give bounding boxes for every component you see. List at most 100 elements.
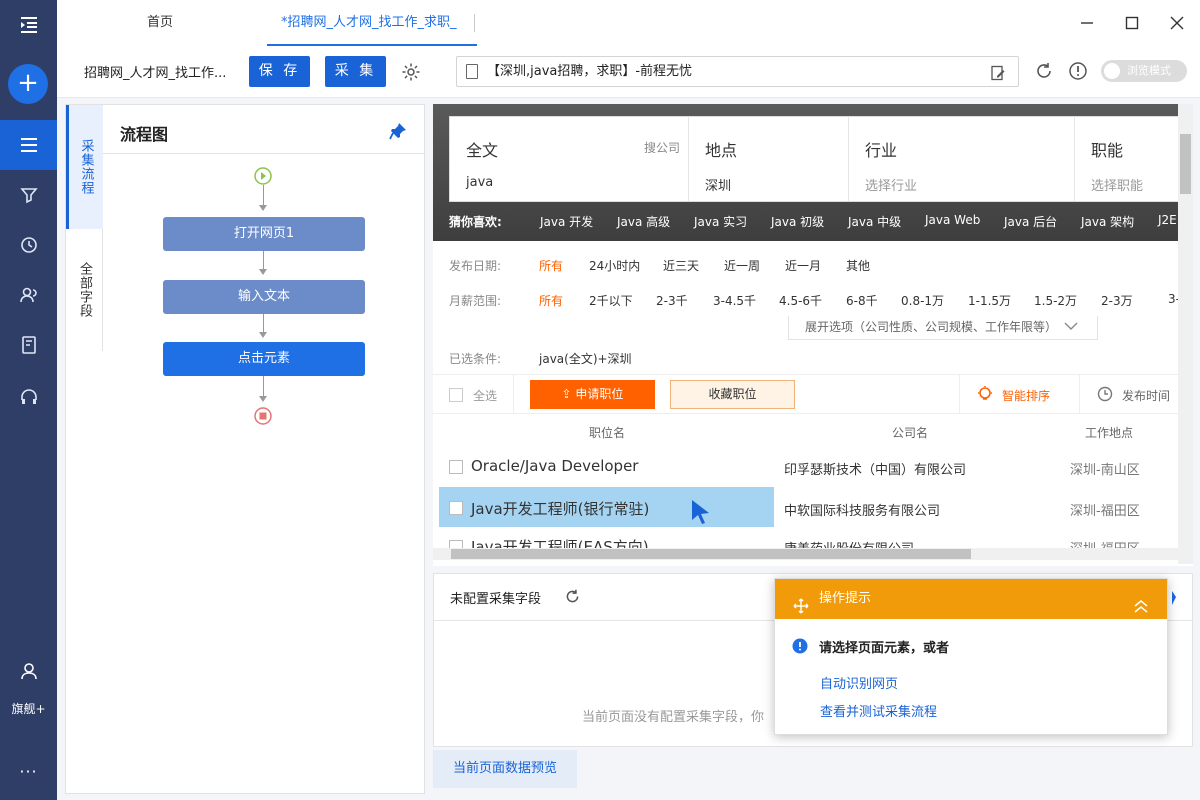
function-placeholder: 选择职能 [1091, 179, 1144, 194]
scrollbar-thumb[interactable] [1180, 134, 1191, 194]
location-field[interactable]: 地点 深圳 [689, 117, 849, 201]
guess-item[interactable]: Java Web [925, 213, 980, 227]
pin-icon[interactable] [1164, 590, 1176, 610]
flow-node-input-text[interactable]: 输入文本 [163, 280, 365, 314]
vip-label[interactable]: 旗舰+ [0, 700, 57, 717]
publish-time-sort[interactable]: 发布时间 [1122, 387, 1170, 404]
tab-task[interactable]: *招聘网_人才网_找工作_求职_ [267, 0, 477, 46]
users-icon[interactable] [0, 270, 57, 320]
company-name[interactable]: 中软国际科技服务有限公司 [784, 500, 940, 519]
menu-collapse-icon[interactable] [0, 0, 57, 50]
tab-collect-flow[interactable]: 采集流程 [66, 105, 103, 229]
scrollbar-thumb[interactable] [451, 549, 971, 559]
tab-data-preview[interactable]: 当前页面数据预览 [433, 750, 577, 788]
guess-item[interactable]: Java 初级 [771, 213, 824, 230]
select-all-checkbox[interactable] [449, 388, 463, 402]
document-check-icon[interactable] [0, 320, 57, 370]
row-checkbox[interactable] [449, 501, 463, 515]
maximize-icon[interactable] [1119, 10, 1145, 36]
search-company-link[interactable]: 搜公司 [644, 139, 680, 156]
select-all-label: 全选 [473, 389, 498, 403]
date-option[interactable]: 近一周 [724, 257, 760, 274]
tab-home[interactable]: 首页 [147, 0, 173, 46]
guess-item[interactable]: Java 高级 [617, 213, 670, 230]
left-navigation: + 旗舰+ ··· [0, 0, 57, 800]
salary-option[interactable]: 1-1.5万 [968, 292, 1011, 309]
guess-item[interactable]: Java 后台 [1004, 213, 1057, 230]
guess-label: 猜你喜欢: [449, 215, 502, 229]
tab-all-fields[interactable]: 全部字段 [66, 229, 103, 351]
date-option[interactable]: 近三天 [663, 257, 699, 274]
info-icon[interactable] [1065, 58, 1091, 84]
date-option[interactable]: 其他 [846, 257, 870, 274]
search-header: 全文 java 搜公司 地点 深圳 行业 选择行业 职能 选择职能 猜你喜欢: … [433, 104, 1193, 241]
table-row[interactable]: Oracle/Java Developer 印孚瑟斯技术（中国）有限公司 深圳-… [433, 447, 1193, 487]
table-row[interactable]: Java开发工程师(EAS方向) 康美药业股份有限公司 深圳-福田区 [433, 532, 1193, 548]
salary-option[interactable]: 6-8千 [846, 292, 878, 309]
refresh-icon[interactable] [1031, 58, 1057, 84]
divider [1079, 375, 1080, 413]
user-icon[interactable] [0, 656, 57, 686]
headset-icon[interactable] [0, 372, 57, 422]
guess-item[interactable]: Java 实习 [694, 213, 747, 230]
company-name[interactable]: 康美药业股份有限公司 [784, 538, 914, 548]
test-flow-link[interactable]: 查看并测试采集流程 [820, 701, 937, 720]
job-title[interactable]: Oracle/Java Developer [471, 457, 638, 475]
guess-item[interactable]: Java 中级 [848, 213, 901, 230]
collect-button[interactable]: 采 集 [325, 56, 386, 87]
collapse-icon[interactable] [1133, 591, 1149, 631]
row-checkbox[interactable] [449, 460, 463, 474]
more-icon[interactable]: ··· [0, 762, 57, 781]
filter-icon[interactable] [0, 170, 57, 220]
schedule-icon[interactable] [0, 220, 57, 270]
save-button[interactable]: 保 存 [249, 56, 310, 87]
date-option[interactable]: 24小时内 [589, 257, 640, 274]
guess-item[interactable]: Java 架构 [1081, 213, 1134, 230]
new-task-button[interactable]: + [8, 64, 48, 104]
date-option[interactable]: 所有 [539, 257, 563, 274]
browse-mode-toggle[interactable]: 浏览模式 [1101, 60, 1187, 82]
salary-option[interactable]: 2-3千 [656, 292, 688, 309]
expand-options[interactable]: 展开选项（公司性质、公司规模、工作年限等） [788, 316, 1098, 340]
salary-option[interactable]: 所有 [539, 292, 563, 309]
salary-option[interactable]: 4.5-6千 [779, 292, 822, 309]
guess-item[interactable]: J2E [1158, 213, 1177, 227]
flow-node-open-page[interactable]: 打开网页1 [163, 217, 365, 251]
guess-item[interactable]: Java 开发 [540, 213, 593, 230]
function-field[interactable]: 职能 选择职能 [1075, 117, 1192, 201]
info-icon [792, 638, 808, 658]
horizontal-scrollbar[interactable] [433, 548, 1178, 560]
fulltext-field[interactable]: 全文 java 搜公司 [450, 117, 689, 201]
industry-field[interactable]: 行业 选择行业 [849, 117, 1075, 201]
gear-icon[interactable] [398, 59, 424, 85]
connector [263, 376, 264, 396]
date-option[interactable]: 近一月 [785, 257, 821, 274]
col-company: 公司名 [892, 426, 929, 440]
company-name[interactable]: 印孚瑟斯技术（中国）有限公司 [784, 459, 966, 478]
apply-job-button[interactable]: ⇪ 申请职位 [530, 380, 655, 409]
salary-option[interactable]: 2-3万 [1101, 292, 1133, 309]
row-checkbox[interactable] [449, 540, 463, 548]
move-icon[interactable] [793, 591, 809, 631]
salary-option[interactable]: 2千以下 [589, 292, 633, 309]
url-bar[interactable]: 【深圳,java招聘，求职】-前程无忧 [456, 56, 1019, 87]
pin-icon[interactable] [389, 122, 407, 144]
salary-option[interactable]: 3-4.5千 [713, 292, 756, 309]
refresh-icon[interactable] [564, 588, 581, 609]
flow-node-click-element[interactable]: 点击元素 [163, 342, 365, 376]
edit-page-icon[interactable] [990, 63, 1006, 92]
vertical-scrollbar[interactable] [1178, 104, 1193, 564]
job-title[interactable]: Java开发工程师(EAS方向) [471, 536, 649, 548]
salary-option[interactable]: 1.5-2万 [1034, 292, 1077, 309]
close-icon[interactable] [1164, 10, 1190, 36]
table-row[interactable]: Java开发工程师(银行常驻) 中软国际科技服务有限公司 深圳-福田区 [433, 488, 1193, 528]
smart-sort[interactable]: 智能排序 [1002, 387, 1050, 404]
favorite-job-button[interactable]: 收藏职位 [670, 380, 795, 409]
job-title[interactable]: Java开发工程师(银行常驻) [471, 498, 649, 519]
auto-detect-link[interactable]: 自动识别网页 [820, 673, 898, 692]
tip-header[interactable]: 操作提示 [775, 579, 1167, 619]
minimize-icon[interactable] [1074, 10, 1100, 36]
function-label: 职能 [1091, 141, 1124, 160]
task-list-icon[interactable] [0, 120, 57, 170]
salary-option[interactable]: 0.8-1万 [901, 292, 944, 309]
